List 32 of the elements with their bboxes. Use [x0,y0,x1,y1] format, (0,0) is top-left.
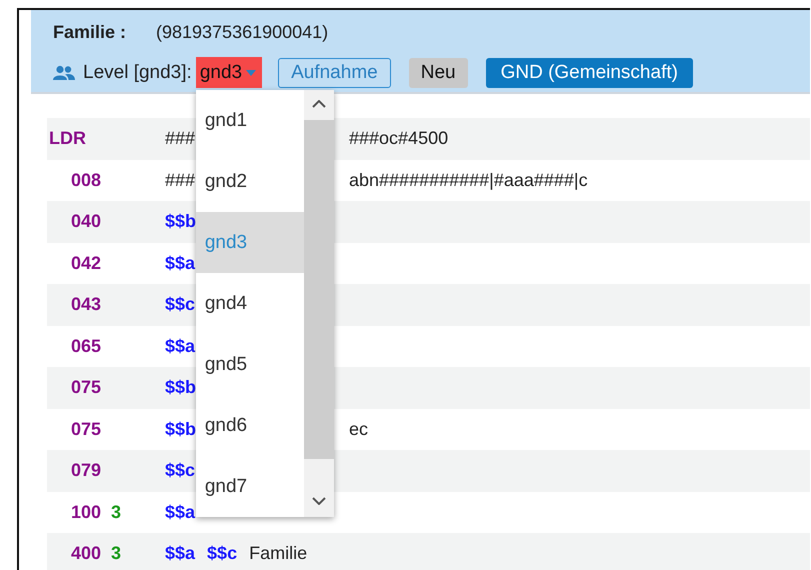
field-tag: 079 [71,460,102,482]
field-value: Familie [249,543,308,564]
level-label: Level [gnd3]: [83,62,192,84]
record-type-label: Familie : [53,22,128,43]
subfield-code: $$b [165,377,196,398]
record-id: (9819375361900041) [156,22,328,43]
subfield-code: $$b [165,211,196,232]
subfield-code: $$c [165,460,196,482]
field-tag: 043 [71,294,102,316]
field-tag: 008 [71,170,102,191]
subfield-code: $$a [165,252,196,274]
subfield-code: $$c [165,294,196,316]
field-value: ### [165,170,196,191]
subfield-code: $$a [165,502,196,523]
field-tag: 075 [71,418,102,440]
field-tag: 065 [71,336,102,357]
subfield-code: $$a [165,543,196,564]
field-tag: LDR [49,128,86,150]
field-value: ec [349,418,368,440]
field-value: abn###########|#aaa####|c [349,170,588,191]
field-tag: 075 [71,377,102,398]
field-indicator: 3 [111,502,122,523]
field-indicator: 3 [111,543,122,564]
subfield-code: $$c [207,543,238,564]
subfield-code: $$b [165,418,196,440]
subfield-code: $$a [165,336,196,357]
field-value: ### [165,128,196,150]
field-tag: 042 [71,252,102,274]
field-tag: 040 [71,211,102,232]
field-tag: 400 [71,543,102,564]
field-value: ###oc#4500 [349,128,448,150]
field-tag: 100 [71,502,102,523]
